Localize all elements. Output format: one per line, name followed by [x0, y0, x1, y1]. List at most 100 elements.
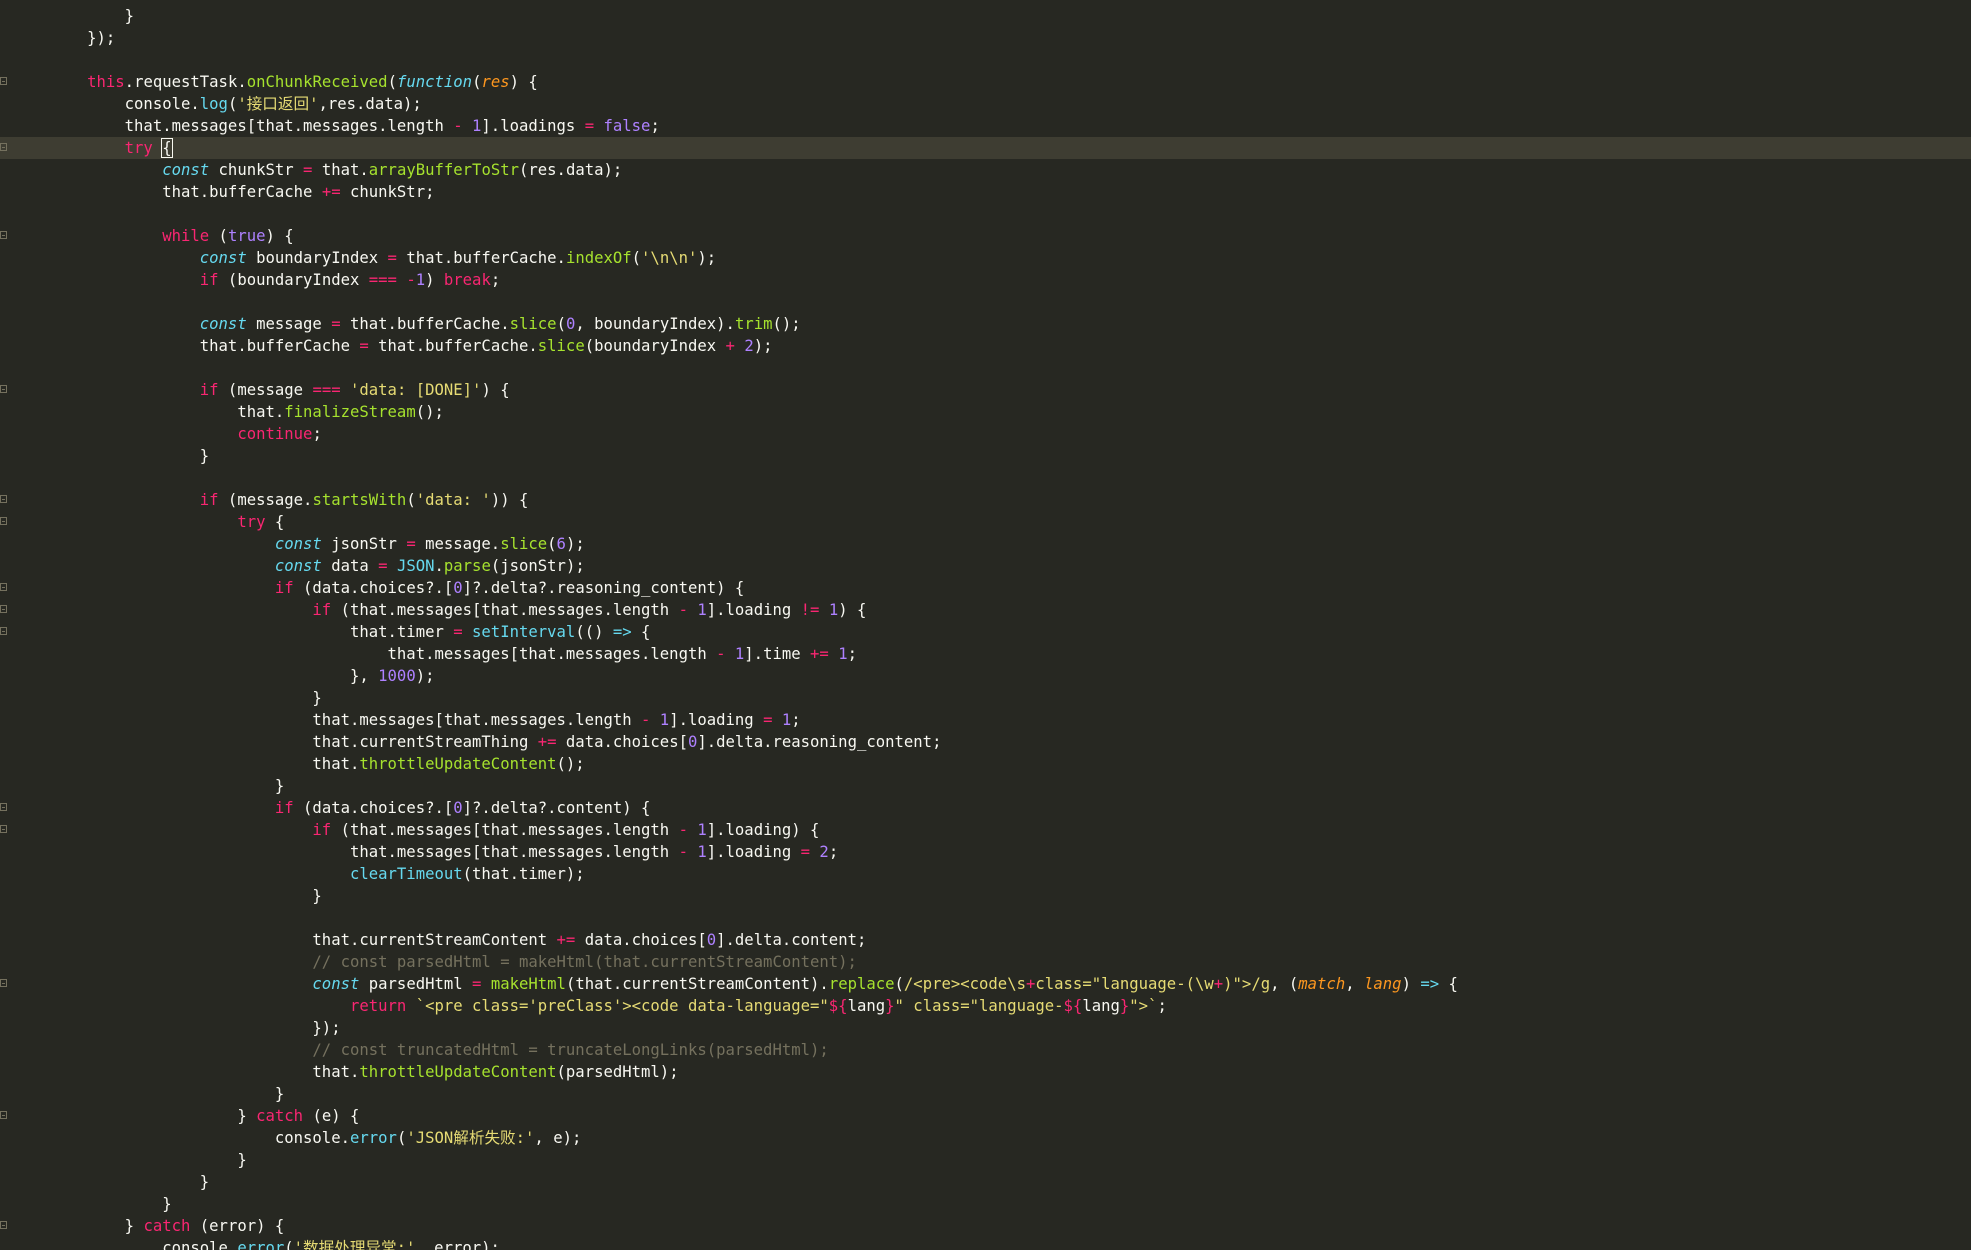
- code-line[interactable]: }: [0, 1083, 1971, 1105]
- code-line[interactable]: if (data.choices?.[0]?.delta?.reasoning_…: [0, 577, 1971, 599]
- code-line[interactable]: continue;: [0, 423, 1971, 445]
- code-line[interactable]: return `<pre class='preClass'><code data…: [0, 995, 1971, 1017]
- code-line-text: // const parsedHtml = makeHtml(that.curr…: [12, 951, 857, 973]
- code-token: log: [199, 95, 228, 113]
- code-line[interactable]: }: [0, 445, 1971, 467]
- code-line[interactable]: while (true) {: [0, 225, 1971, 247]
- code-token: }: [12, 1217, 144, 1235]
- fold-toggle-icon[interactable]: [0, 605, 7, 613]
- code-line-text: if (message.startsWith('data: ')) {: [12, 489, 529, 511]
- code-line[interactable]: that.finalizeStream();: [0, 401, 1971, 423]
- code-token: boundaryIndex: [246, 249, 388, 267]
- code-line[interactable]: that.messages[that.messages.length - 1].…: [0, 115, 1971, 137]
- code-token: const: [12, 535, 322, 553]
- code-line[interactable]: console.error('数据处理异常:', error);: [0, 1237, 1971, 1250]
- code-token: console.: [12, 95, 200, 113]
- code-line[interactable]: }: [0, 5, 1971, 27]
- code-line[interactable]: console.error('JSON解析失败:', e);: [0, 1127, 1971, 1149]
- fold-toggle-icon[interactable]: [0, 1111, 7, 1119]
- code-line[interactable]: [0, 467, 1971, 489]
- code-token: finalizeStream: [284, 403, 416, 421]
- code-line[interactable]: if (that.messages[that.messages.length -…: [0, 819, 1971, 841]
- code-line[interactable]: }: [0, 885, 1971, 907]
- code-line[interactable]: if (boundaryIndex === -1) break;: [0, 269, 1971, 291]
- code-line[interactable]: });: [0, 27, 1971, 49]
- code-line[interactable]: [0, 907, 1971, 929]
- code-line[interactable]: that.bufferCache += chunkStr;: [0, 181, 1971, 203]
- code-line[interactable]: [0, 291, 1971, 313]
- code-line[interactable]: if (data.choices?.[0]?.delta?.content) {: [0, 797, 1971, 819]
- code-token: (: [406, 491, 416, 509]
- code-line[interactable]: that.messages[that.messages.length - 1].…: [0, 709, 1971, 731]
- code-line[interactable]: that.currentStreamContent += data.choice…: [0, 929, 1971, 951]
- fold-toggle-icon[interactable]: [0, 517, 7, 525]
- code-line[interactable]: [0, 49, 1971, 71]
- code-line[interactable]: }: [0, 687, 1971, 709]
- code-line[interactable]: } catch (error) {: [0, 1215, 1971, 1237]
- code-line[interactable]: that.messages[that.messages.length - 1].…: [0, 643, 1971, 665]
- fold-toggle-icon[interactable]: [0, 627, 7, 635]
- fold-toggle-icon[interactable]: [0, 803, 7, 811]
- fold-toggle-icon[interactable]: [0, 1221, 7, 1229]
- code-line[interactable]: });: [0, 1017, 1971, 1039]
- code-token: }: [12, 1173, 210, 1191]
- code-token: ]?.delta?.content) {: [462, 799, 651, 817]
- code-line[interactable]: that.messages[that.messages.length - 1].…: [0, 841, 1971, 863]
- fold-toggle-icon[interactable]: [0, 231, 7, 239]
- code-line-text: const message = that.bufferCache.slice(0…: [12, 313, 801, 335]
- fold-toggle-icon[interactable]: [0, 495, 7, 503]
- code-editor[interactable]: } }); this.requestTask.onChunkReceived(f…: [0, 0, 1971, 1250]
- code-line[interactable]: if (message.startsWith('data: ')) {: [0, 489, 1971, 511]
- code-line[interactable]: }: [0, 1149, 1971, 1171]
- code-token: );: [697, 249, 717, 267]
- code-line[interactable]: [0, 203, 1971, 225]
- fold-toggle-icon[interactable]: [0, 385, 7, 393]
- code-line[interactable]: const data = JSON.parse(jsonStr);: [0, 555, 1971, 577]
- fold-toggle-icon[interactable]: [0, 583, 7, 591]
- code-token: =: [359, 337, 369, 355]
- code-line[interactable]: const parsedHtml = makeHtml(that.current…: [0, 973, 1971, 995]
- code-line[interactable]: if (that.messages[that.messages.length -…: [0, 599, 1971, 621]
- fold-toggle-icon[interactable]: [0, 77, 7, 85]
- code-line[interactable]: }: [0, 775, 1971, 797]
- code-line[interactable]: }: [0, 1171, 1971, 1193]
- fold-toggle-icon[interactable]: [0, 143, 7, 151]
- code-token: 1: [828, 601, 839, 619]
- code-line[interactable]: // const parsedHtml = makeHtml(that.curr…: [0, 951, 1971, 973]
- code-token: indexOf: [565, 249, 632, 267]
- code-line[interactable]: }: [0, 1193, 1971, 1215]
- code-line[interactable]: that.currentStreamThing += data.choices[…: [0, 731, 1971, 753]
- code-token: lang: [1082, 997, 1120, 1015]
- code-token: res: [481, 73, 510, 91]
- code-line[interactable]: const message = that.bufferCache.slice(0…: [0, 313, 1971, 335]
- code-token: ;: [847, 645, 857, 663]
- code-line[interactable]: clearTimeout(that.timer);: [0, 863, 1971, 885]
- code-token: lang: [847, 997, 886, 1015]
- code-line[interactable]: }, 1000);: [0, 665, 1971, 687]
- code-line[interactable]: } catch (e) {: [0, 1105, 1971, 1127]
- code-token: , e);: [534, 1129, 582, 1147]
- code-line[interactable]: try {: [0, 511, 1971, 533]
- code-line[interactable]: // const truncatedHtml = truncateLongLin…: [0, 1039, 1971, 1061]
- code-line[interactable]: that.throttleUpdateContent();: [0, 753, 1971, 775]
- code-line[interactable]: const boundaryIndex = that.bufferCache.i…: [0, 247, 1971, 269]
- code-token: ===: [312, 381, 341, 399]
- code-line[interactable]: that.timer = setInterval(() => {: [0, 621, 1971, 643]
- code-line[interactable]: that.throttleUpdateContent(parsedHtml);: [0, 1061, 1971, 1083]
- code-line[interactable]: const chunkStr = that.arrayBufferToStr(r…: [0, 159, 1971, 181]
- code-line[interactable]: that.bufferCache = that.bufferCache.slic…: [0, 335, 1971, 357]
- fold-toggle-icon[interactable]: [0, 825, 7, 833]
- code-line[interactable]: console.log('接口返回',res.data);: [0, 93, 1971, 115]
- fold-toggle-icon[interactable]: [0, 979, 7, 987]
- code-line[interactable]: try {: [0, 137, 1971, 159]
- code-line-text: try {: [12, 137, 173, 159]
- code-token: const: [12, 557, 322, 575]
- code-line[interactable]: if (message === 'data: [DONE]') {: [0, 379, 1971, 401]
- code-line[interactable]: const jsonStr = message.slice(6);: [0, 533, 1971, 555]
- code-token: ): [425, 271, 444, 289]
- code-line[interactable]: this.requestTask.onChunkReceived(functio…: [0, 71, 1971, 93]
- code-line[interactable]: [0, 357, 1971, 379]
